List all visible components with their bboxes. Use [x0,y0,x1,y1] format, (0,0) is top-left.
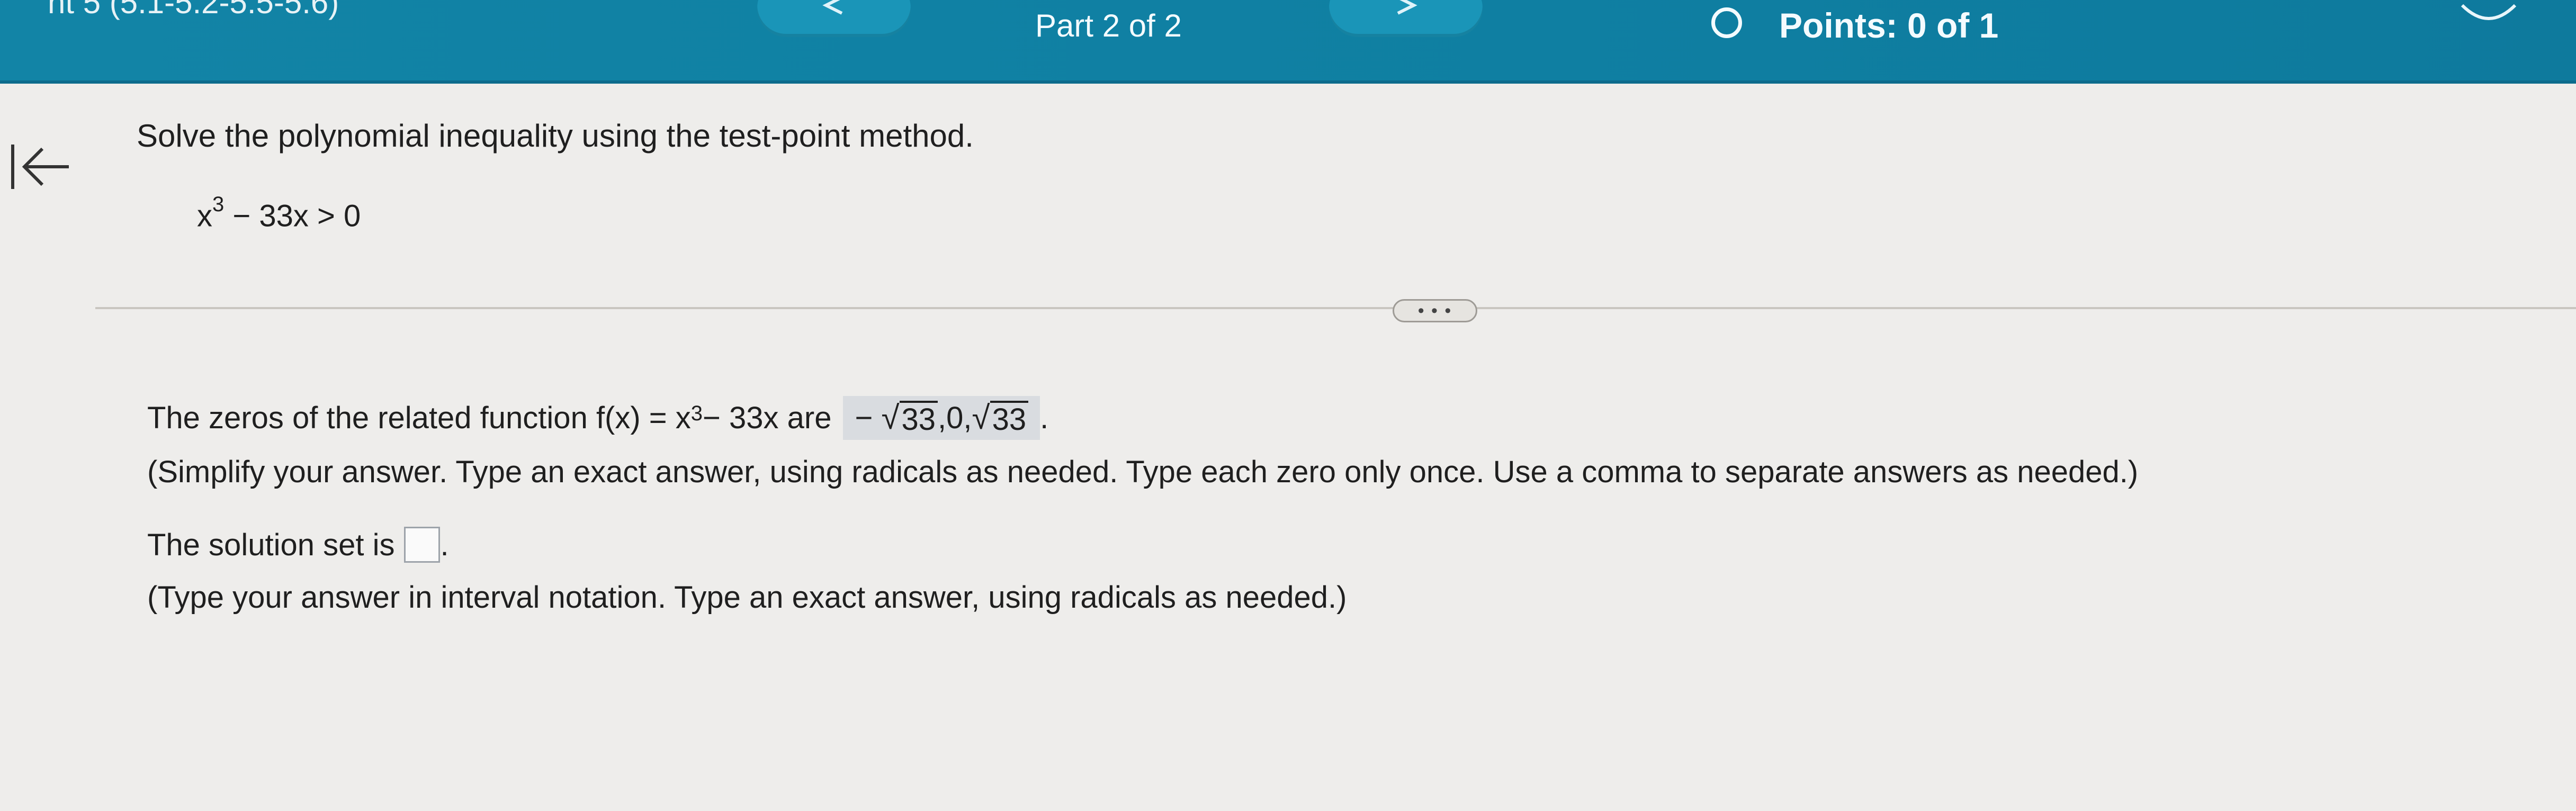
solution-label: The solution set is [147,527,395,562]
sqrt-radical: √ 33 [881,399,938,437]
negative-sign: − [855,401,873,435]
divider [95,307,2576,309]
inequality-rest: − 33x > 0 [224,199,361,233]
radicand: 33 [899,401,938,437]
inequality-exponent: 3 [212,193,225,216]
zeros-statement: The zeros of the related function f(x) =… [147,396,1048,440]
sqrt-icon: √ [972,400,990,436]
sqrt-icon: √ [881,400,900,436]
radicand: 33 [990,401,1029,437]
zeros-suffix: − 33x are [703,401,832,435]
sqrt-radical: √ 33 [972,399,1029,437]
header-bar: nt 5 (5.1-5.2-5.5-5.6) Part 2 of 2 Point… [0,0,2576,84]
next-button[interactable] [1329,0,1483,37]
zeros-prefix: The zeros of the related function f(x) =… [147,401,691,435]
points-label: Points: 0 of 1 [1779,6,1999,45]
question-instruction: Solve the polynomial inequality using th… [137,118,974,154]
zeros-middle: ,0, [938,401,972,435]
settings-icon[interactable] [2457,0,2520,26]
points-status-icon [1711,7,1742,38]
inequality-base: x [197,199,212,233]
zeros-answer-field[interactable]: − √ 33 ,0, √ 33 [843,396,1040,440]
chevron-right-icon [1397,0,1417,15]
back-arrow-icon[interactable] [10,140,73,193]
zeros-exponent: 3 [690,402,703,425]
more-button[interactable]: • • • [1393,299,1477,322]
solution-hint: (Type your answer in interval notation. … [147,580,1347,615]
solution-statement: The solution set is . [147,527,449,563]
chevron-left-icon [822,0,843,15]
zeros-hint: (Simplify your answer. Type an exact ans… [147,455,2139,489]
solution-period: . [440,527,449,562]
part-indicator: Part 2 of 2 [1035,8,1182,43]
zeros-period: . [1040,401,1049,435]
assignment-title: nt 5 (5.1-5.2-5.5-5.6) [48,0,339,20]
solution-set-input[interactable] [404,527,441,563]
previous-button[interactable] [757,0,911,37]
inequality-expression: x3 − 33x > 0 [197,193,361,233]
